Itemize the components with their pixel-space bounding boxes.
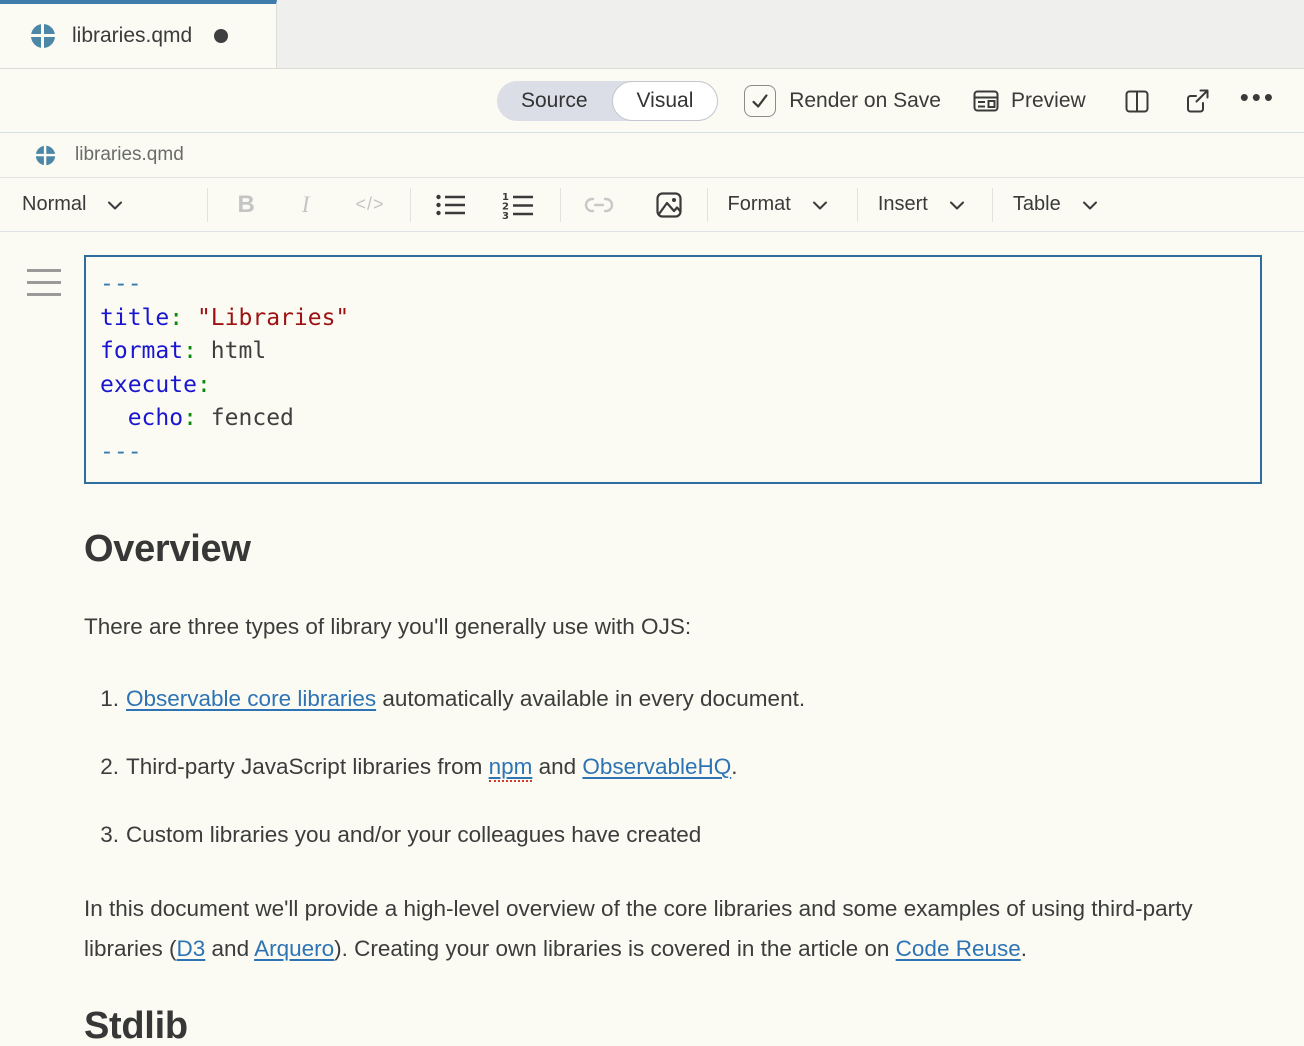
- list-item[interactable]: 1. Observable core libraries automatical…: [84, 685, 1234, 713]
- insert-image-button[interactable]: [654, 190, 684, 220]
- visual-editor-canvas[interactable]: --- title: "Libraries" format: html exec…: [0, 232, 1304, 1046]
- list-number: 2.: [84, 753, 126, 781]
- npm-link[interactable]: npm: [489, 754, 533, 782]
- chevron-down-icon: [945, 193, 969, 217]
- yaml-key: format: [100, 338, 183, 364]
- list-item[interactable]: 3. Custom libraries you and/or your coll…: [84, 821, 1234, 849]
- closing-paragraph[interactable]: In this document we'll provide a high-le…: [84, 889, 1234, 969]
- yaml-key: title: [100, 305, 169, 331]
- arquero-link[interactable]: Arquero: [254, 936, 334, 961]
- numbered-list-icon: 1 2 3: [501, 191, 535, 219]
- intro-paragraph[interactable]: There are three types of library you'll …: [84, 607, 1234, 647]
- bullet-list-icon: [435, 192, 467, 218]
- yaml-colon: :: [197, 372, 211, 398]
- yaml-value: fenced: [197, 405, 294, 431]
- italic-button[interactable]: I: [302, 192, 310, 218]
- observablehq-link[interactable]: ObservableHQ: [582, 754, 731, 779]
- table-menu[interactable]: Table: [1013, 193, 1102, 217]
- toolbar-divider: [992, 188, 993, 222]
- yaml-colon: :: [183, 405, 197, 431]
- yaml-value: html: [197, 338, 266, 364]
- code-reuse-link[interactable]: Code Reuse: [896, 936, 1021, 961]
- split-columns-icon: [1122, 86, 1152, 116]
- chevron-down-icon: [103, 193, 127, 217]
- table-menu-label: Table: [1013, 193, 1061, 216]
- toolbar-divider: [410, 188, 411, 222]
- list-number: 1.: [84, 685, 126, 713]
- checkmark-icon: [749, 90, 771, 112]
- list-item-text: Third-party JavaScript libraries from np…: [126, 753, 738, 781]
- insert-menu[interactable]: Insert: [878, 193, 969, 217]
- link-icon: [584, 195, 614, 215]
- yaml-string-value: "Libraries": [183, 305, 349, 331]
- tab-libraries-qmd[interactable]: libraries.qmd: [0, 0, 277, 68]
- source-mode-button[interactable]: Source: [497, 81, 612, 121]
- quarto-icon-small: [35, 145, 56, 166]
- open-external-button[interactable]: [1182, 86, 1212, 116]
- external-link-icon: [1182, 86, 1212, 116]
- tab-title: libraries.qmd: [72, 24, 192, 48]
- render-on-save-checkbox[interactable]: [744, 85, 776, 117]
- toolbar-divider: [707, 188, 708, 222]
- visual-mode-button[interactable]: Visual: [612, 81, 719, 121]
- preview-label: Preview: [1011, 89, 1086, 113]
- list-item[interactable]: 2. Third-party JavaScript libraries from…: [84, 753, 1234, 781]
- format-menu-label: Format: [728, 193, 791, 216]
- chevron-down-icon: [1078, 193, 1102, 217]
- heading-overview[interactable]: Overview: [84, 528, 1234, 571]
- yaml-delimiter: ---: [100, 271, 142, 297]
- library-types-list: 1. Observable core libraries automatical…: [84, 685, 1234, 849]
- yaml-colon: :: [169, 305, 183, 331]
- render-on-save-label[interactable]: Render on Save: [789, 89, 941, 113]
- chevron-down-icon: [808, 193, 832, 217]
- yaml-colon: :: [183, 338, 197, 364]
- quarto-icon: [30, 23, 56, 49]
- yaml-key: echo: [128, 405, 183, 431]
- d3-link[interactable]: D3: [177, 936, 206, 961]
- code-icon: </>: [355, 194, 384, 215]
- more-options-button[interactable]: •••: [1240, 84, 1276, 118]
- heading-stdlib[interactable]: Stdlib: [84, 1005, 1234, 1046]
- list-item-text: Custom libraries you and/or your colleag…: [126, 821, 701, 849]
- svg-text:3: 3: [502, 211, 509, 219]
- bold-icon: B: [237, 191, 254, 219]
- bold-button[interactable]: B: [237, 191, 254, 219]
- observable-core-libraries-link[interactable]: Observable core libraries: [126, 686, 376, 711]
- numbered-list-button[interactable]: 1 2 3: [501, 191, 535, 219]
- split-pane-button[interactable]: [1122, 86, 1152, 116]
- modified-indicator-dot: [214, 29, 228, 43]
- yaml-delimiter: ---: [100, 439, 142, 465]
- source-visual-toggle: Source Visual: [497, 81, 718, 121]
- list-number: 3.: [84, 821, 126, 849]
- editor-toolbar: Source Visual Render on Save Preview: [0, 69, 1304, 133]
- paragraph-style-value: Normal: [22, 193, 86, 216]
- toolbar-divider: [857, 188, 858, 222]
- format-toolbar: Normal B I </> 1 2 3: [0, 178, 1304, 232]
- toolbar-divider: [560, 188, 561, 222]
- bullet-list-button[interactable]: [435, 192, 467, 218]
- block-drag-handle[interactable]: [27, 269, 61, 305]
- image-icon: [654, 190, 684, 220]
- toolbar-divider: [207, 188, 208, 222]
- document-filename: libraries.qmd: [75, 144, 184, 166]
- format-menu[interactable]: Format: [728, 193, 832, 217]
- yaml-indent: [100, 405, 128, 431]
- italic-icon: I: [302, 192, 310, 218]
- insert-menu-label: Insert: [878, 193, 928, 216]
- yaml-key: execute: [100, 372, 197, 398]
- list-item-text: Observable core libraries automatically …: [126, 685, 805, 713]
- paragraph-style-dropdown[interactable]: Normal: [22, 193, 127, 217]
- preview-button[interactable]: Preview: [971, 86, 1086, 116]
- ellipsis-icon: •••: [1240, 84, 1276, 118]
- tab-bar: libraries.qmd: [0, 0, 1304, 69]
- insert-link-button[interactable]: [584, 195, 614, 215]
- document-path-bar: libraries.qmd: [0, 133, 1304, 178]
- yaml-front-matter-block[interactable]: --- title: "Libraries" format: html exec…: [84, 255, 1262, 484]
- preview-icon: [971, 86, 1001, 116]
- inline-code-button[interactable]: </>: [355, 194, 384, 215]
